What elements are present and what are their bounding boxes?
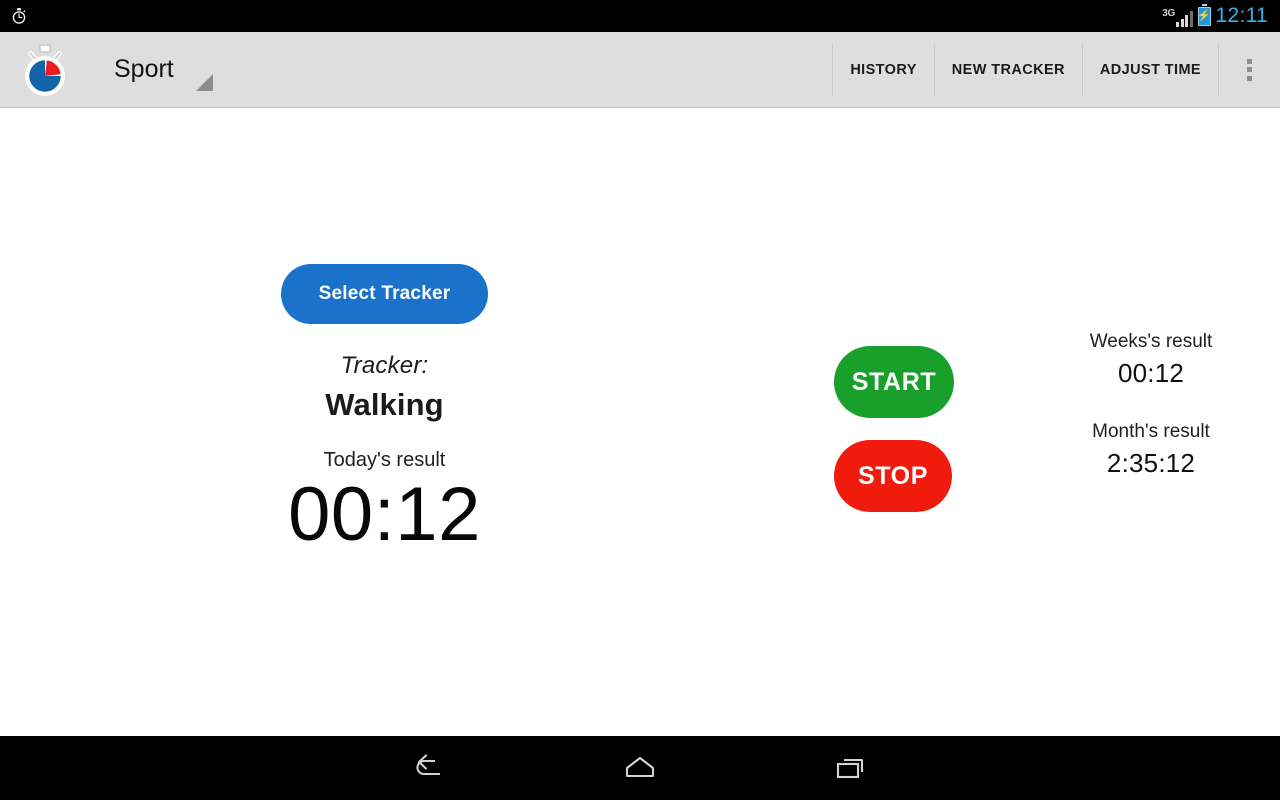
recent-apps-icon — [836, 758, 864, 779]
home-icon — [625, 756, 655, 778]
stop-button[interactable]: STOP — [834, 440, 952, 512]
signal-icon: 3G — [1162, 5, 1193, 27]
timer-controls: START STOP — [834, 346, 954, 512]
signal-bars-icon — [1176, 10, 1193, 27]
start-button[interactable]: START — [834, 346, 954, 418]
month-result-label: Month's result — [1092, 421, 1210, 442]
battery-charging-icon: ⚡ — [1197, 3, 1211, 26]
stopwatch-notification-icon — [12, 8, 26, 24]
week-result-label: Weeks's result — [1089, 331, 1213, 352]
status-bar-notifications — [0, 7, 1162, 25]
status-bar: 3G ⚡ 12:11 — [0, 0, 1280, 32]
home-button[interactable] — [535, 736, 745, 800]
page-title: Sport — [114, 55, 174, 83]
network-type-label: 3G — [1162, 8, 1175, 19]
dropdown-caret-icon[interactable] — [195, 74, 213, 91]
back-button[interactable] — [325, 736, 535, 800]
status-bar-indicators: 3G ⚡ 12:11 — [1162, 0, 1280, 32]
today-result-value: 00:12 — [288, 472, 481, 557]
action-bar-items: HISTORY NEW TRACKER ADJUST TIME — [832, 43, 1280, 96]
week-result-block: Weeks's result 00:12 — [1040, 331, 1262, 389]
stopwatch-pie-icon — [25, 43, 65, 96]
action-new-tracker[interactable]: NEW TRACKER — [933, 43, 1082, 96]
navigation-bar — [0, 736, 1280, 800]
overflow-menu-icon[interactable] — [1218, 43, 1280, 96]
tracker-label: Tracker: — [340, 352, 429, 379]
action-bar: Sport HISTORY NEW TRACKER ADJUST TIME — [0, 32, 1280, 108]
month-result-block: Month's result 2:35:12 — [1040, 421, 1262, 479]
week-result-value: 00:12 — [1117, 358, 1185, 388]
month-result-value: 2:35:12 — [1106, 448, 1196, 478]
bolt-glyph: ⚡ — [1197, 9, 1211, 22]
back-arrow-icon — [416, 754, 440, 776]
status-bar-clock: 12:11 — [1215, 4, 1268, 27]
results-panel: Weeks's result 00:12 Month's result 2:35… — [1040, 331, 1262, 479]
app-icon[interactable] — [14, 39, 76, 101]
tracker-name: Walking — [325, 387, 444, 422]
main-content: Select Tracker Tracker: Walking Today's … — [0, 109, 1280, 736]
action-adjust-time[interactable]: ADJUST TIME — [1081, 43, 1218, 96]
action-history[interactable]: HISTORY — [832, 43, 933, 96]
tracker-panel: Select Tracker Tracker: Walking Today's … — [192, 264, 577, 556]
select-tracker-button[interactable]: Select Tracker — [280, 264, 489, 324]
android-screen: 3G ⚡ 12:11 Sport HISTORY NEW TRACKER ADJ… — [0, 0, 1280, 800]
today-result-label: Today's result — [323, 449, 446, 471]
recents-button[interactable] — [745, 736, 955, 800]
